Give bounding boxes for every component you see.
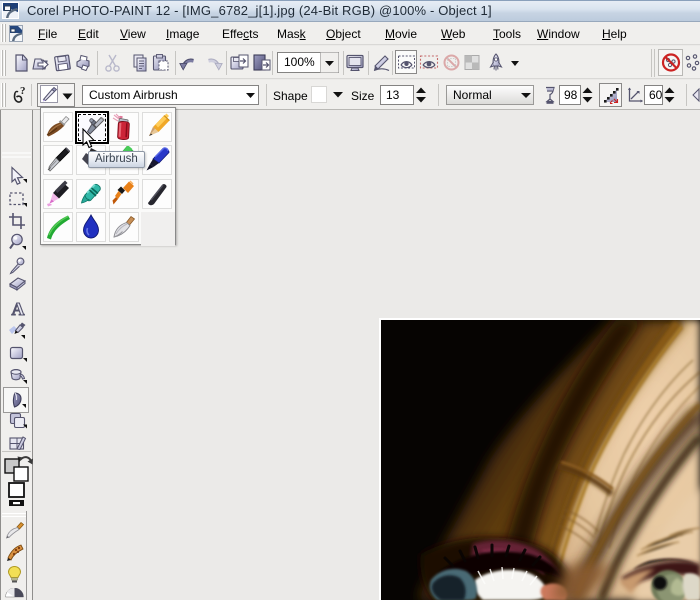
svg-text:A: A (12, 299, 25, 319)
svg-text:?: ? (20, 85, 26, 97)
